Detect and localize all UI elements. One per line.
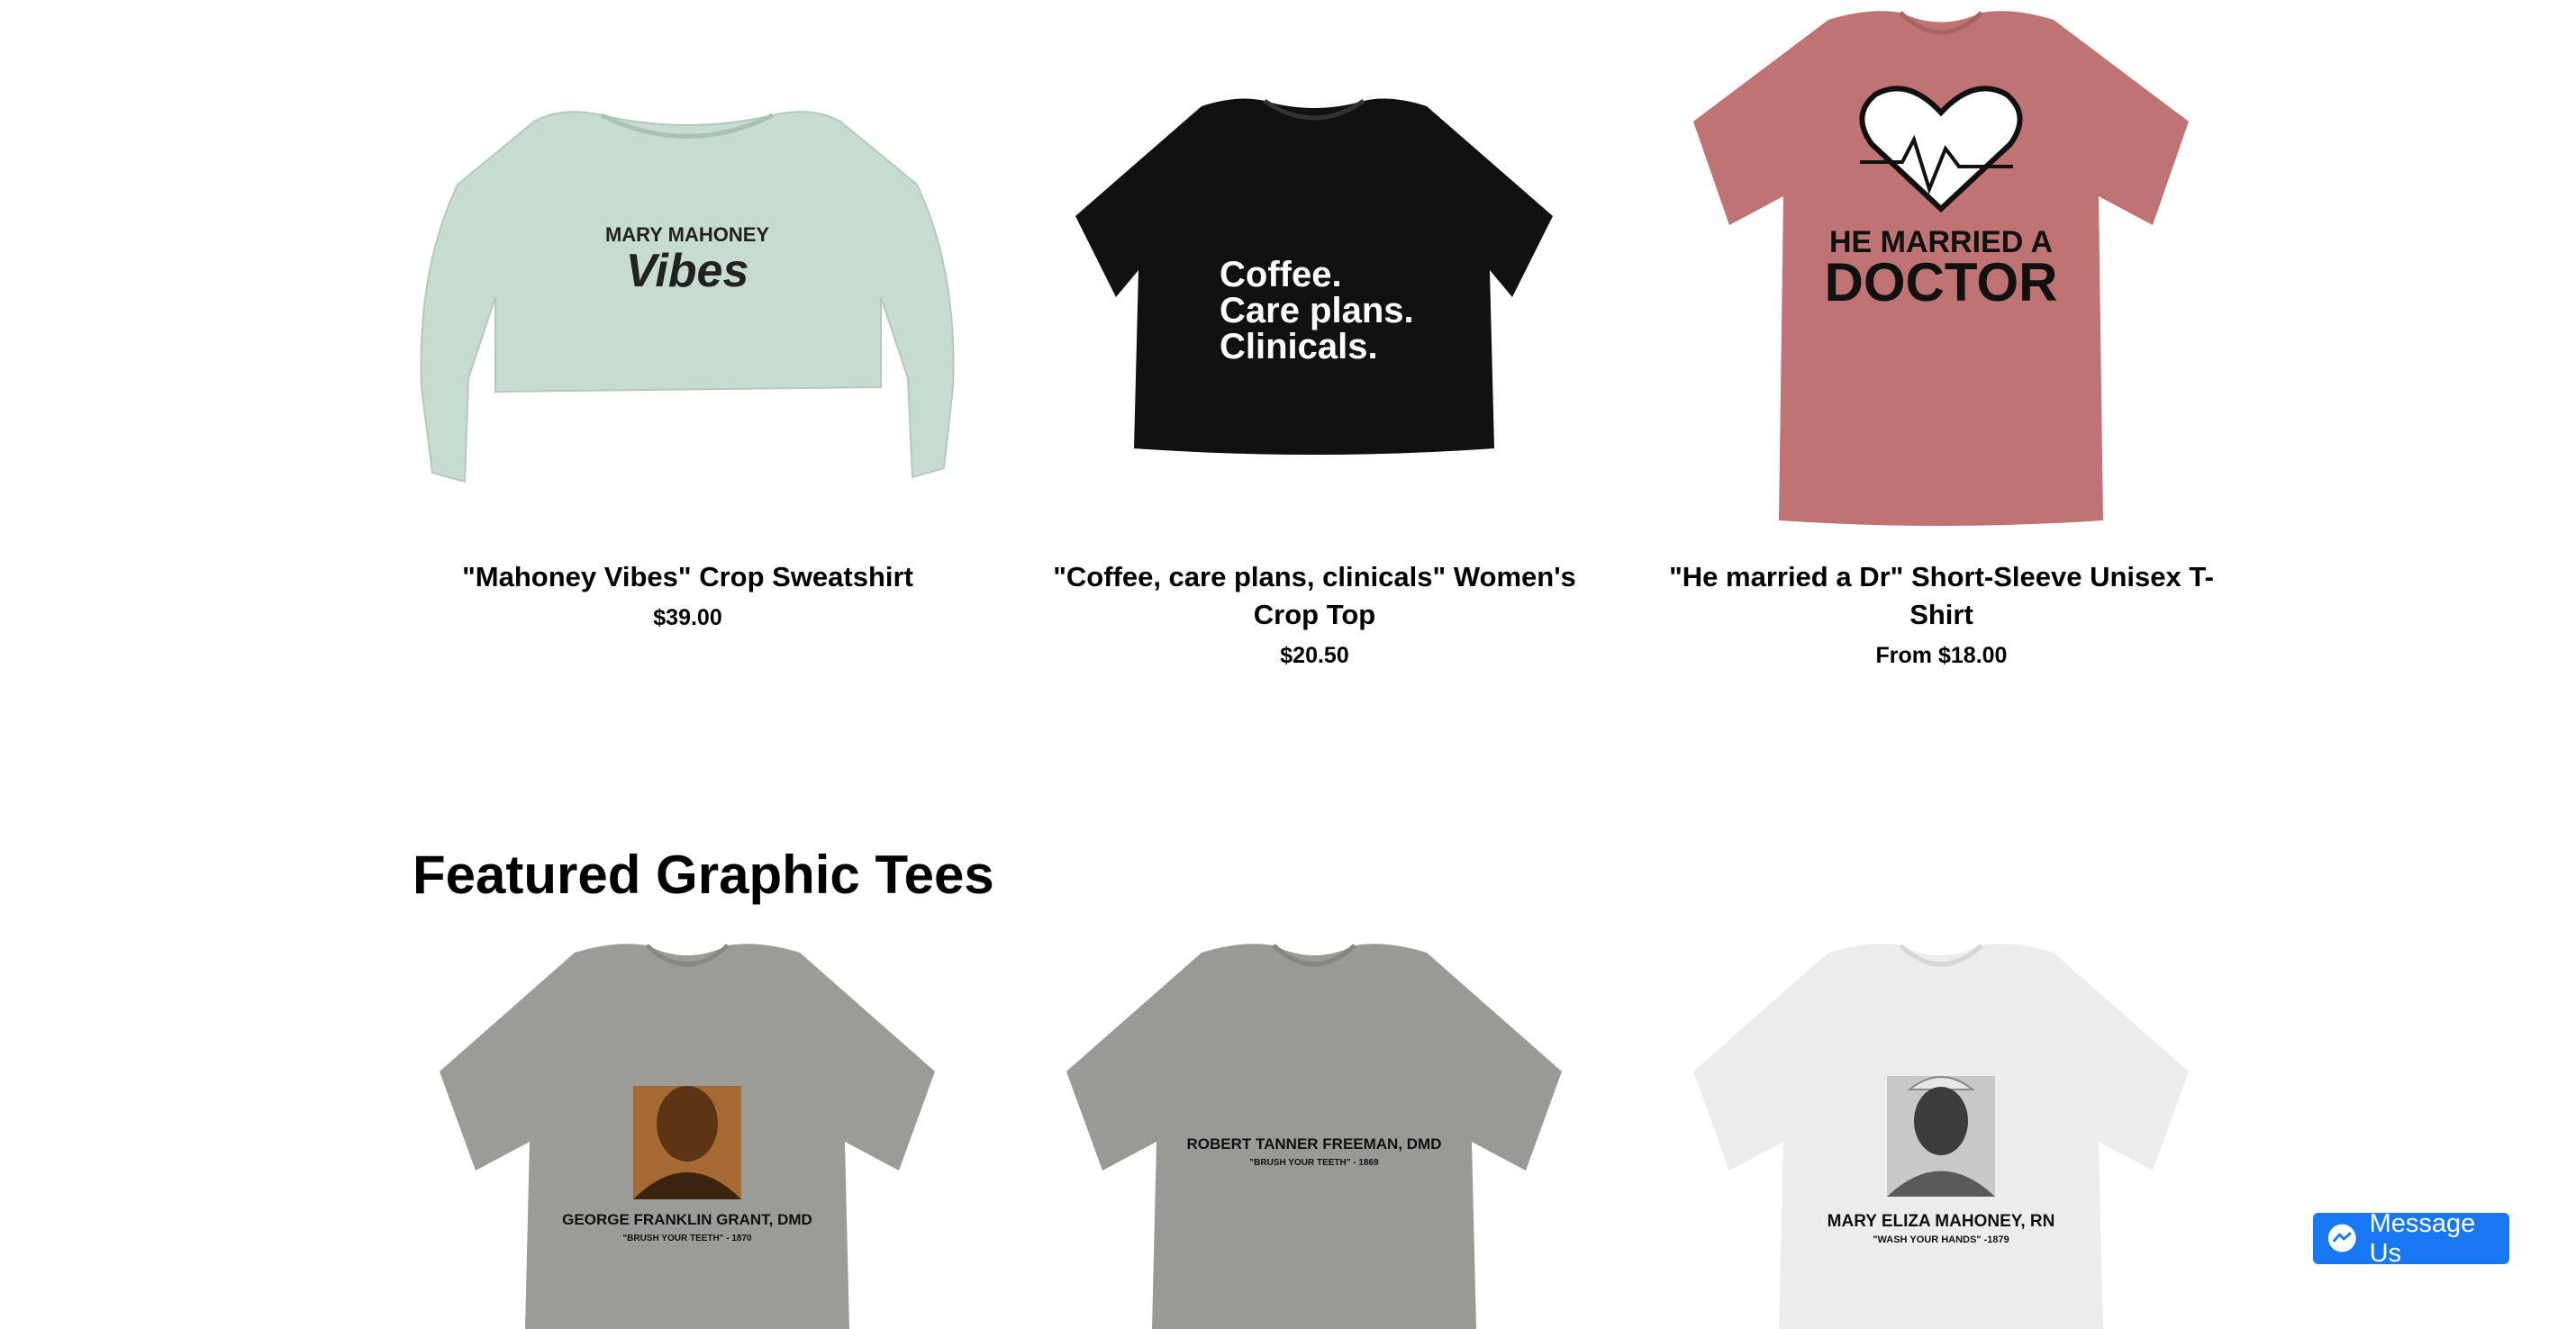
featured-image-grant[interactable]: GEORGE FRANKLIN GRANT, DMD "BRUSH YOUR T… (413, 936, 963, 1329)
featured-card-mahoney[interactable]: MARY ELIZA MAHONEY, RN "WASH YOUR HANDS"… (1666, 936, 2217, 1329)
featured-print-quote: "BRUSH YOUR TEETH" - 1870 (622, 1234, 752, 1243)
featured-print-name: MARY ELIZA MAHONEY, RN (1828, 1212, 2055, 1231)
featured-grid-row: GEORGE FRANKLIN GRANT, DMD "BRUSH YOUR T… (413, 936, 2217, 1329)
crop-top-illustration: Coffee. Care plans. Clinicals. (1075, 98, 1553, 456)
product-card-coffee-crop-top[interactable]: Coffee. Care plans. Clinicals. "Coffee, … (1039, 0, 1590, 670)
featured-card-freeman[interactable]: ROBERT TANNER FREEMAN, DMD "BRUSH YOUR T… (1039, 936, 1590, 1329)
product-price: $39.00 (653, 605, 722, 630)
grey-tee-illustration: GEORGE FRANKLIN GRANT, DMD "BRUSH YOUR T… (440, 944, 935, 1329)
message-us-label: Message Us (2369, 1208, 2476, 1268)
featured-image-mahoney[interactable]: MARY ELIZA MAHONEY, RN "WASH YOUR HANDS"… (1666, 936, 2217, 1329)
featured-print-quote: "WASH YOUR HANDS" -1879 (1873, 1234, 2009, 1245)
crop-top-print-line2: Care plans. (1220, 291, 1414, 330)
featured-card-grant[interactable]: GEORGE FRANKLIN GRANT, DMD "BRUSH YOUR T… (413, 936, 963, 1329)
sweatshirt-illustration: MARY MAHONEY Vibes (420, 111, 955, 484)
product-grid-row-1: MARY MAHONEY Vibes "Mahoney Vibes" Crop … (413, 0, 2217, 670)
product-card-mahoney-vibes[interactable]: MARY MAHONEY Vibes "Mahoney Vibes" Crop … (413, 0, 963, 670)
featured-print-quote: "BRUSH YOUR TEETH" - 1869 (1249, 1158, 1379, 1168)
product-title[interactable]: "Coffee, care plans, clinicals" Women's … (1039, 558, 1590, 634)
sweatshirt-print-line2: Vibes (626, 245, 749, 297)
sweatshirt-print-line1: MARY MAHONEY (605, 223, 769, 246)
crop-top-print-line1: Coffee. (1220, 255, 1342, 294)
message-us-button[interactable]: Message Us (2313, 1209, 2509, 1268)
tshirt-illustration: HE MARRIED A DOCTOR (1693, 11, 2189, 526)
white-tee-illustration: MARY ELIZA MAHONEY, RN "WASH YOUR HANDS"… (1693, 944, 2189, 1329)
product-title[interactable]: "He married a Dr" Short-Sleeve Unisex T-… (1666, 558, 2217, 634)
featured-print-name: ROBERT TANNER FREEMAN, DMD (1186, 1135, 1441, 1153)
grey-tee-illustration: ROBERT TANNER FREEMAN, DMD "BRUSH YOUR T… (1066, 944, 1562, 1329)
featured-image-freeman[interactable]: ROBERT TANNER FREEMAN, DMD "BRUSH YOUR T… (1039, 936, 1590, 1329)
featured-section-heading: Featured Graphic Tees (413, 845, 994, 905)
product-price: $20.50 (1280, 643, 1349, 668)
crop-top-print-line3: Clinicals. (1220, 327, 1378, 366)
product-image-crop-top[interactable]: Coffee. Care plans. Clinicals. (1039, 0, 1590, 531)
product-price: From $18.00 (1875, 643, 2008, 668)
product-title[interactable]: "Mahoney Vibes" Crop Sweatshirt (413, 558, 963, 596)
tshirt-print-line2: DOCTOR (1825, 252, 2058, 312)
product-card-married-a-dr[interactable]: HE MARRIED A DOCTOR "He married a Dr" Sh… (1666, 0, 2217, 670)
product-image-sweatshirt[interactable]: MARY MAHONEY Vibes (413, 0, 963, 531)
messenger-icon (2327, 1224, 2356, 1252)
product-image-tshirt[interactable]: HE MARRIED A DOCTOR (1666, 0, 2217, 531)
featured-print-name: GEORGE FRANKLIN GRANT, DMD (562, 1211, 812, 1228)
